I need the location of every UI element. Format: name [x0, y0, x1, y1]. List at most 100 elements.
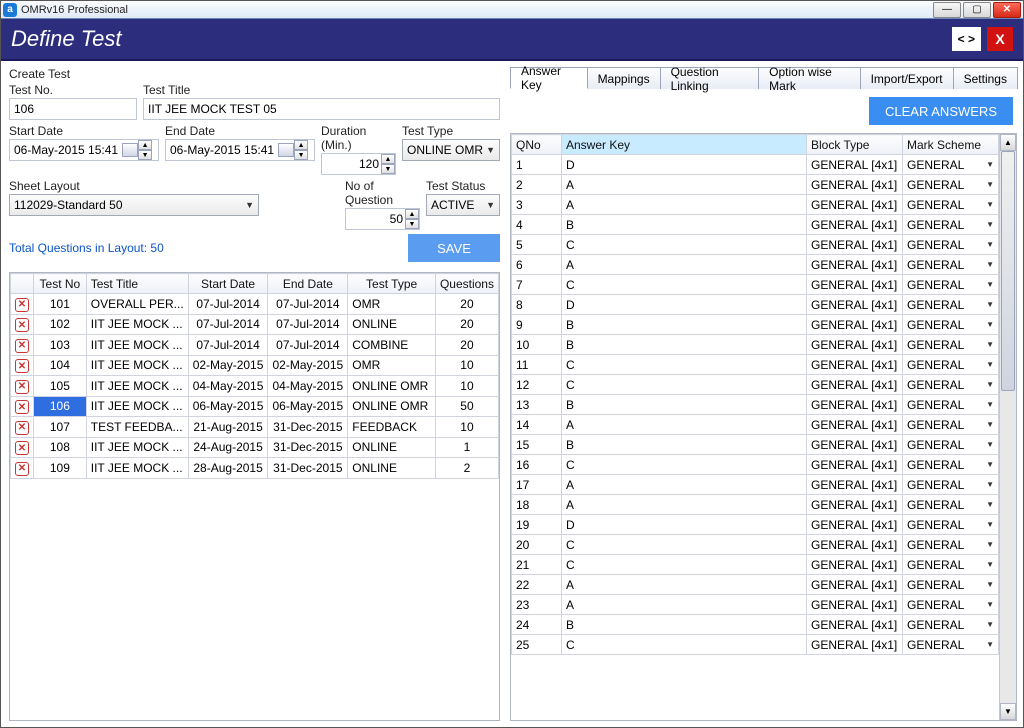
nav-toggle-button[interactable]: < > — [952, 27, 981, 51]
answer-row[interactable]: 10BGENERAL [4x1]GENERAL▼ — [512, 335, 999, 355]
table-row[interactable]: ✕104IIT JEE MOCK ...02-May-201502-May-20… — [11, 355, 499, 376]
sheet-layout-select[interactable]: 112029-Standard 50▼ — [9, 194, 259, 216]
cell-answer-key[interactable]: C — [562, 535, 807, 555]
test-no-input[interactable] — [9, 98, 137, 120]
window-close-button[interactable]: ✕ — [993, 2, 1021, 18]
cell-answer-key[interactable]: D — [562, 515, 807, 535]
cell-mark-scheme[interactable]: GENERAL▼ — [903, 615, 999, 635]
test-type-select[interactable]: ONLINE OMR▼ — [402, 139, 500, 161]
answer-row[interactable]: 23AGENERAL [4x1]GENERAL▼ — [512, 595, 999, 615]
table-row[interactable]: ✕103IIT JEE MOCK ...07-Jul-201407-Jul-20… — [11, 335, 499, 356]
cell-answer-key[interactable]: C — [562, 555, 807, 575]
tab-answer-key[interactable]: Answer Key — [510, 67, 588, 89]
start-date-spinner[interactable]: ▲▼ — [138, 140, 152, 160]
answer-row[interactable]: 17AGENERAL [4x1]GENERAL▼ — [512, 475, 999, 495]
delete-row-icon[interactable]: ✕ — [15, 421, 29, 435]
col-qno[interactable]: QNo — [512, 135, 562, 155]
delete-row-icon[interactable]: ✕ — [15, 380, 29, 394]
delete-row-icon[interactable]: ✕ — [15, 318, 29, 332]
scroll-down-icon[interactable]: ▼ — [1000, 703, 1016, 720]
cell-answer-key[interactable]: C — [562, 455, 807, 475]
answer-row[interactable]: 1DGENERAL [4x1]GENERAL▼ — [512, 155, 999, 175]
duration-input[interactable]: 120 ▲▼ — [321, 153, 396, 175]
test-status-select[interactable]: ACTIVE▼ — [426, 194, 500, 216]
answer-row[interactable]: 25CGENERAL [4x1]GENERAL▼ — [512, 635, 999, 655]
cell-mark-scheme[interactable]: GENERAL▼ — [903, 255, 999, 275]
scrollbar-thumb[interactable] — [1001, 151, 1015, 391]
cell-mark-scheme[interactable]: GENERAL▼ — [903, 175, 999, 195]
cell-answer-key[interactable]: B — [562, 315, 807, 335]
cell-mark-scheme[interactable]: GENERAL▼ — [903, 395, 999, 415]
table-row[interactable]: ✕105IIT JEE MOCK ...04-May-201504-May-20… — [11, 376, 499, 397]
answer-key-grid[interactable]: QNo Answer Key Block Type Mark Scheme 1D… — [510, 133, 1017, 721]
answer-row[interactable]: 9BGENERAL [4x1]GENERAL▼ — [512, 315, 999, 335]
cell-mark-scheme[interactable]: GENERAL▼ — [903, 155, 999, 175]
cell-mark-scheme[interactable]: GENERAL▼ — [903, 535, 999, 555]
table-row[interactable]: ✕106IIT JEE MOCK ...06-May-201506-May-20… — [11, 396, 499, 417]
minimize-button[interactable]: — — [933, 2, 961, 18]
cell-mark-scheme[interactable]: GENERAL▼ — [903, 575, 999, 595]
answer-row[interactable]: 16CGENERAL [4x1]GENERAL▼ — [512, 455, 999, 475]
col-type[interactable]: Test Type — [348, 274, 436, 294]
col-mark-scheme[interactable]: Mark Scheme — [903, 135, 999, 155]
cell-answer-key[interactable]: B — [562, 615, 807, 635]
col-start[interactable]: Start Date — [188, 274, 268, 294]
table-row[interactable]: ✕109IIT JEE MOCK ...28-Aug-201531-Dec-20… — [11, 458, 499, 479]
cell-mark-scheme[interactable]: GENERAL▼ — [903, 635, 999, 655]
answer-row[interactable]: 14AGENERAL [4x1]GENERAL▼ — [512, 415, 999, 435]
cell-answer-key[interactable]: A — [562, 575, 807, 595]
answer-row[interactable]: 5CGENERAL [4x1]GENERAL▼ — [512, 235, 999, 255]
cell-mark-scheme[interactable]: GENERAL▼ — [903, 355, 999, 375]
cell-mark-scheme[interactable]: GENERAL▼ — [903, 475, 999, 495]
answer-row[interactable]: 3AGENERAL [4x1]GENERAL▼ — [512, 195, 999, 215]
cell-answer-key[interactable]: B — [562, 435, 807, 455]
answer-row[interactable]: 19DGENERAL [4x1]GENERAL▼ — [512, 515, 999, 535]
col-q[interactable]: Questions — [435, 274, 498, 294]
cell-answer-key[interactable]: D — [562, 155, 807, 175]
tab-settings[interactable]: Settings — [953, 67, 1018, 89]
cell-mark-scheme[interactable]: GENERAL▼ — [903, 495, 999, 515]
cell-mark-scheme[interactable]: GENERAL▼ — [903, 375, 999, 395]
answer-row[interactable]: 8DGENERAL [4x1]GENERAL▼ — [512, 295, 999, 315]
maximize-button[interactable]: ▢ — [963, 2, 991, 18]
cell-mark-scheme[interactable]: GENERAL▼ — [903, 555, 999, 575]
cell-mark-scheme[interactable]: GENERAL▼ — [903, 275, 999, 295]
col-block-type[interactable]: Block Type — [807, 135, 903, 155]
answer-row[interactable]: 12CGENERAL [4x1]GENERAL▼ — [512, 375, 999, 395]
delete-row-icon[interactable]: ✕ — [15, 400, 29, 414]
answer-row[interactable]: 21CGENERAL [4x1]GENERAL▼ — [512, 555, 999, 575]
answer-row[interactable]: 7CGENERAL [4x1]GENERAL▼ — [512, 275, 999, 295]
delete-row-icon[interactable]: ✕ — [15, 441, 29, 455]
cell-answer-key[interactable]: B — [562, 395, 807, 415]
delete-row-icon[interactable]: ✕ — [15, 359, 29, 373]
end-date-spinner[interactable]: ▲▼ — [294, 140, 308, 160]
end-date-picker[interactable]: 06-May-2015 15:41 ▲▼ — [165, 139, 315, 161]
no-question-input[interactable]: 50 ▲▼ — [345, 208, 420, 230]
cell-answer-key[interactable]: B — [562, 335, 807, 355]
cell-answer-key[interactable]: A — [562, 175, 807, 195]
cell-answer-key[interactable]: C — [562, 375, 807, 395]
table-row[interactable]: ✕102IIT JEE MOCK ...07-Jul-201407-Jul-20… — [11, 314, 499, 335]
answer-scrollbar[interactable]: ▲ ▼ — [999, 134, 1016, 720]
cell-mark-scheme[interactable]: GENERAL▼ — [903, 595, 999, 615]
col-testno[interactable]: Test No — [34, 274, 87, 294]
cell-answer-key[interactable]: A — [562, 415, 807, 435]
save-button[interactable]: SAVE — [408, 234, 500, 262]
answer-row[interactable]: 6AGENERAL [4x1]GENERAL▼ — [512, 255, 999, 275]
table-row[interactable]: ✕108IIT JEE MOCK ...24-Aug-201531-Dec-20… — [11, 437, 499, 458]
cell-answer-key[interactable]: A — [562, 195, 807, 215]
scroll-up-icon[interactable]: ▲ — [1000, 134, 1016, 151]
cell-mark-scheme[interactable]: GENERAL▼ — [903, 335, 999, 355]
tab-option-mark[interactable]: Option wise Mark — [758, 67, 860, 89]
start-date-picker[interactable]: 06-May-2015 15:41 ▲▼ — [9, 139, 159, 161]
cell-mark-scheme[interactable]: GENERAL▼ — [903, 315, 999, 335]
cell-answer-key[interactable]: B — [562, 215, 807, 235]
table-row[interactable]: ✕107TEST FEEDBA...21-Aug-201531-Dec-2015… — [11, 417, 499, 438]
answer-row[interactable]: 11CGENERAL [4x1]GENERAL▼ — [512, 355, 999, 375]
cell-mark-scheme[interactable]: GENERAL▼ — [903, 455, 999, 475]
tab-import-export[interactable]: Import/Export — [860, 67, 954, 89]
cell-mark-scheme[interactable]: GENERAL▼ — [903, 195, 999, 215]
tab-mappings[interactable]: Mappings — [587, 67, 661, 89]
tests-grid[interactable]: Test No Test Title Start Date End Date T… — [9, 272, 500, 721]
cell-mark-scheme[interactable]: GENERAL▼ — [903, 295, 999, 315]
